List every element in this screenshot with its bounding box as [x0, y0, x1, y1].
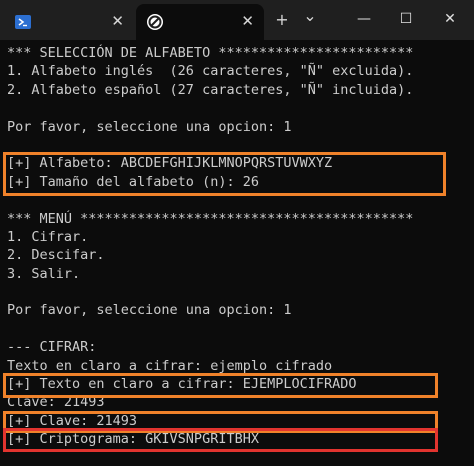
terminal-line: Texto en claro a cifrar: ejemplo cifrado — [7, 357, 333, 374]
terminal-line: Por favor, seleccione una opcion: 1 — [7, 302, 292, 319]
terminal-line: [+] Tamaño del alfabeto (n): 26 — [7, 173, 259, 190]
terminal-line: [+] Criptograma: GKIVSNPGRITBHX — [7, 431, 259, 448]
app-icon — [147, 14, 163, 30]
terminal-line: 1. Alfabeto inglés (26 caracteres, "Ñ" e… — [7, 63, 414, 80]
terminal-output[interactable]: *** SELECCIÓN DE ALFABETO **************… — [7, 44, 473, 464]
tab-close-icon[interactable]: ✕ — [111, 11, 124, 31]
tab-bar: ✕ ✕ + ⌄ — ☐ ✕ — [0, 0, 474, 40]
terminal-line: 2. Alfabeto español (27 caracteres, "Ñ" … — [7, 81, 414, 98]
terminal-line: [+] Alfabeto: ABCDEFGHIJKLMNOPQRSTUVWXYZ — [7, 155, 333, 172]
terminal-line: 2. Descifar. — [7, 247, 105, 264]
terminal-line: *** MENÚ *******************************… — [7, 210, 414, 227]
tab-powershell[interactable]: ✕ — [4, 4, 134, 40]
terminal-line: Clave: 21493 — [7, 394, 105, 411]
terminal-line: 3. Salir. — [7, 265, 81, 282]
terminal-line: *** SELECCIÓN DE ALFABETO **************… — [7, 45, 414, 61]
window-close-button[interactable]: ✕ — [430, 6, 470, 32]
tab-dropdown-icon[interactable]: ⌄ — [299, 6, 321, 26]
terminal-line: [+] Clave: 21493 — [7, 412, 138, 429]
terminal-line: --- CIFRAR: — [7, 339, 97, 356]
terminal-line: Por favor, seleccione una opcion: 1 — [7, 118, 292, 135]
tab-close-icon[interactable]: ✕ — [241, 11, 254, 31]
minimize-button[interactable]: — — [344, 6, 384, 32]
maximize-button[interactable]: ☐ — [386, 6, 426, 32]
terminal-line: [+] Texto en claro a cifrar: EJEMPLOCIFR… — [7, 376, 357, 393]
powershell-icon — [15, 15, 31, 29]
new-tab-button[interactable]: + — [271, 10, 293, 30]
terminal-line: 1. Cifrar. — [7, 228, 89, 245]
tab-app-active[interactable]: ✕ — [136, 4, 264, 40]
